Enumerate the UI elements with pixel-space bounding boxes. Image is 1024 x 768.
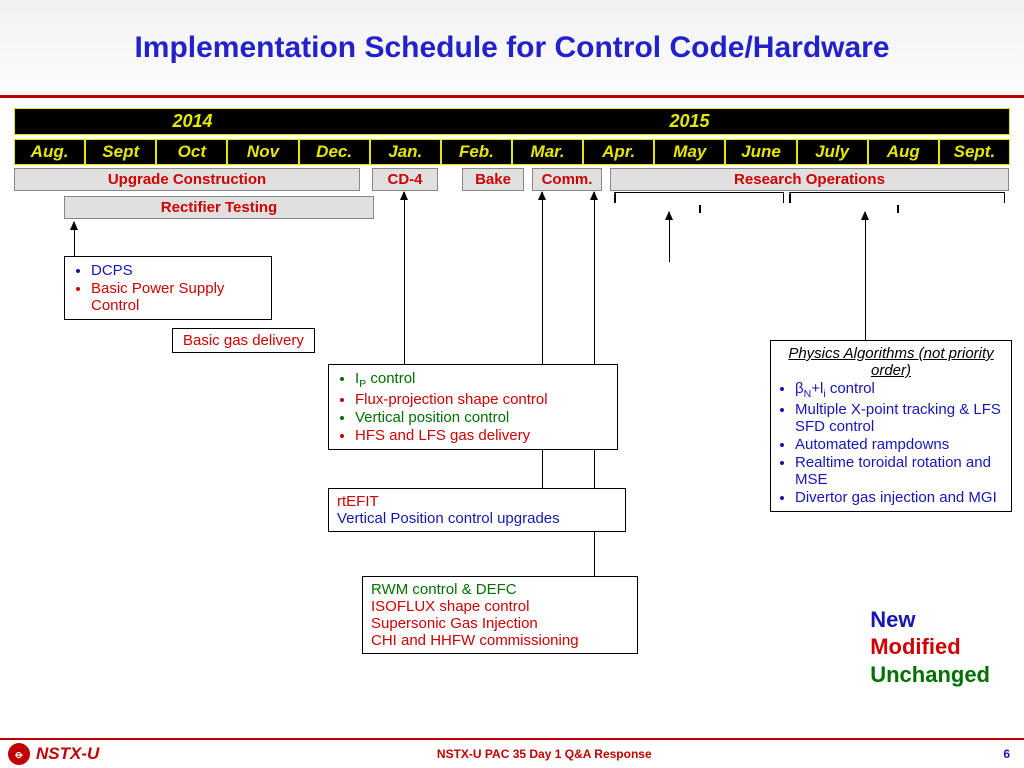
- year-cell: 2015: [370, 109, 1009, 134]
- list-item: Divertor gas injection and MGI: [795, 489, 1003, 506]
- bar-research: Research Operations: [610, 168, 1009, 191]
- list-item: CHI and HHFW commissioning: [371, 632, 629, 649]
- footer-name: NSTX-U: [36, 744, 99, 764]
- month-cell: Aug: [868, 139, 939, 165]
- month-cell: June: [725, 139, 796, 165]
- bar-cd4: CD-4: [372, 168, 438, 191]
- arrow-jan: [404, 192, 405, 366]
- legend-mod: Modified: [870, 633, 990, 661]
- callout-dcps: DCPSBasic Power Supply Control: [64, 256, 272, 320]
- bar-comm: Comm.: [532, 168, 602, 191]
- list-item: Flux-projection shape control: [355, 391, 609, 408]
- list-item: Basic Power Supply Control: [91, 280, 263, 314]
- bar-rectifier: Rectifier Testing: [64, 196, 374, 219]
- schedule-chart: 20142015 Aug.SeptOctNovDec.Jan.Feb.Mar.A…: [14, 108, 1010, 688]
- list-item: RWM control & DEFC: [371, 581, 629, 598]
- list-item: Automated rampdowns: [795, 436, 1003, 453]
- month-cell: May: [654, 139, 725, 165]
- month-cell: Jan.: [370, 139, 441, 165]
- list-item: Multiple X-point tracking & LFS SFD cont…: [795, 401, 1003, 435]
- callout-rwm: RWM control & DEFCISOFLUX shape controlS…: [362, 576, 638, 654]
- list-item: rtEFIT: [337, 493, 617, 510]
- list-item: Supersonic Gas Injection: [371, 615, 629, 632]
- brace-left: [614, 192, 784, 205]
- callout-gas: Basic gas delivery: [172, 328, 315, 353]
- page-title: Implementation Schedule for Control Code…: [134, 31, 889, 65]
- month-header-row: Aug.SeptOctNovDec.Jan.Feb.Mar.Apr.MayJun…: [14, 139, 1010, 165]
- bar-upgrade: Upgrade Construction: [14, 168, 360, 191]
- list-item: βN+li control: [795, 380, 1003, 400]
- logo-icon: ⦵: [8, 743, 30, 765]
- brace-right: [789, 192, 1005, 205]
- title-bar: Implementation Schedule for Control Code…: [0, 0, 1024, 98]
- footer-mid: NSTX-U PAC 35 Day 1 Q&A Response: [99, 747, 989, 761]
- month-cell: Mar.: [512, 139, 583, 165]
- list-item: ISOFLUX shape control: [371, 598, 629, 615]
- month-cell: Aug.: [14, 139, 85, 165]
- callout-rtefit: rtEFITVertical Position control upgrades: [328, 488, 626, 532]
- list-item: IP control: [355, 370, 609, 390]
- arrow-first-ops: [669, 212, 670, 262]
- footer-page: 6: [989, 747, 1024, 761]
- callout-jan: IP controlFlux-projection shape controlV…: [328, 364, 618, 450]
- callout-physics: Physics Algorithms (not priority order) …: [770, 340, 1012, 512]
- year-header-row: 20142015: [14, 108, 1010, 135]
- arrow-dcps: [74, 222, 75, 258]
- month-cell: Dec.: [299, 139, 370, 165]
- month-cell: Oct: [156, 139, 227, 165]
- list-item: HFS and LFS gas delivery: [355, 427, 609, 444]
- month-cell: Feb.: [441, 139, 512, 165]
- footer: ⦵ NSTX-U NSTX-U PAC 35 Day 1 Q&A Respons…: [0, 738, 1024, 768]
- bar-bake: Bake: [462, 168, 524, 191]
- month-cell: July: [797, 139, 868, 165]
- legend-unc: Unchanged: [870, 661, 990, 689]
- month-cell: Apr.: [583, 139, 654, 165]
- legend: New Modified Unchanged: [870, 606, 990, 689]
- month-cell: Nov: [227, 139, 298, 165]
- legend-new: New: [870, 606, 990, 634]
- list-item: Vertical position control: [355, 409, 609, 426]
- list-item: Realtime toroidal rotation and MSE: [795, 454, 1003, 488]
- list-item: Vertical Position control upgrades: [337, 510, 617, 527]
- month-cell: Sept: [85, 139, 156, 165]
- year-cell: 2014: [15, 109, 370, 134]
- list-item: DCPS: [91, 262, 263, 279]
- arrow-physics: [865, 212, 866, 342]
- physics-title: Physics Algorithms (not priority order): [779, 345, 1003, 379]
- month-cell: Sept.: [939, 139, 1010, 165]
